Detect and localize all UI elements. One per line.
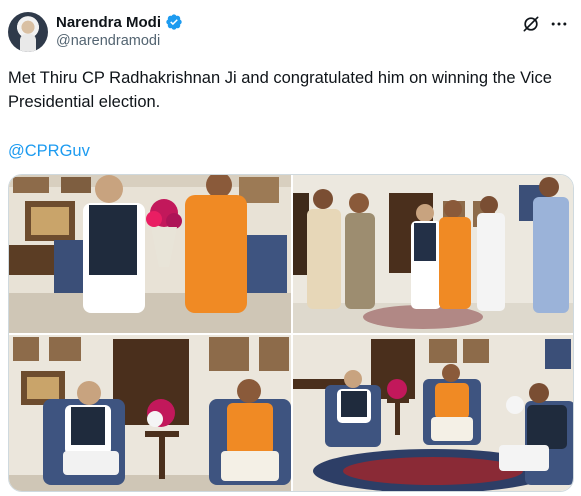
- tweet-text: Met Thiru CP Radhakrishnan Ji and congra…: [8, 69, 552, 111]
- verified-badge-icon: [165, 13, 183, 31]
- author-name-row: Narendra Modi: [56, 13, 183, 31]
- media-grid: [8, 174, 574, 492]
- tweet-header: Narendra Modi @narendramodi: [8, 10, 573, 56]
- photo-4[interactable]: [293, 335, 573, 491]
- photo-1[interactable]: [9, 175, 291, 333]
- photo-2[interactable]: [293, 175, 573, 333]
- author-display-name[interactable]: Narendra Modi: [56, 14, 161, 31]
- mention-link[interactable]: @CPRGuv: [8, 140, 90, 162]
- more-options-icon[interactable]: [549, 14, 569, 34]
- grok-icon[interactable]: [521, 14, 541, 34]
- photo-3[interactable]: [9, 335, 291, 491]
- author-avatar[interactable]: [8, 12, 48, 52]
- author-handle[interactable]: @narendramodi: [56, 33, 160, 49]
